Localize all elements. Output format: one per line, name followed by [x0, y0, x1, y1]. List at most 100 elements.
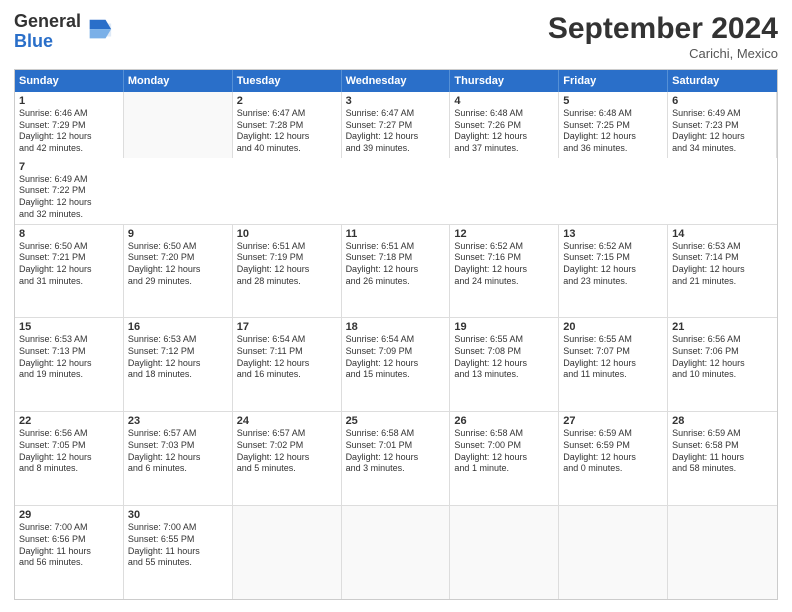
cell-line: and 5 minutes. [237, 463, 337, 475]
calendar-row: 22Sunrise: 6:56 AMSunset: 7:05 PMDayligh… [15, 412, 777, 506]
day-number: 15 [19, 321, 119, 333]
calendar-cell [124, 92, 233, 158]
cell-line: Sunrise: 6:51 AM [237, 241, 337, 253]
cell-line: Sunrise: 6:54 AM [237, 334, 337, 346]
cell-line: Daylight: 12 hours [346, 264, 446, 276]
calendar-cell: 3Sunrise: 6:47 AMSunset: 7:27 PMDaylight… [342, 92, 451, 158]
day-number: 10 [237, 228, 337, 240]
cell-line: Sunset: 7:23 PM [672, 120, 772, 132]
calendar-body: 1Sunrise: 6:46 AMSunset: 7:29 PMDaylight… [15, 92, 777, 599]
cell-line: Daylight: 12 hours [237, 358, 337, 370]
calendar: SundayMondayTuesdayWednesdayThursdayFrid… [14, 69, 778, 600]
cell-line: Daylight: 12 hours [237, 264, 337, 276]
calendar-page: General Blue September 2024 Carichi, Mex… [0, 0, 792, 612]
cell-line: Daylight: 12 hours [128, 358, 228, 370]
day-number: 7 [19, 161, 120, 173]
cell-line: Daylight: 12 hours [563, 358, 663, 370]
cell-line: Daylight: 12 hours [672, 131, 772, 143]
cell-line: and 23 minutes. [563, 276, 663, 288]
cell-line: Sunset: 7:11 PM [237, 346, 337, 358]
calendar-cell: 19Sunrise: 6:55 AMSunset: 7:08 PMDayligh… [450, 318, 559, 411]
calendar-cell [559, 506, 668, 599]
cell-line: and 18 minutes. [128, 369, 228, 381]
cell-line: and 37 minutes. [454, 143, 554, 155]
cell-line: and 58 minutes. [672, 463, 773, 475]
day-number: 22 [19, 415, 119, 427]
calendar-cell: 10Sunrise: 6:51 AMSunset: 7:19 PMDayligh… [233, 225, 342, 318]
cell-line: and 1 minute. [454, 463, 554, 475]
calendar-cell: 18Sunrise: 6:54 AMSunset: 7:09 PMDayligh… [342, 318, 451, 411]
cell-line: and 13 minutes. [454, 369, 554, 381]
cell-line: Daylight: 11 hours [19, 546, 119, 558]
cell-line: Sunrise: 6:55 AM [454, 334, 554, 346]
calendar-cell: 9Sunrise: 6:50 AMSunset: 7:20 PMDaylight… [124, 225, 233, 318]
cell-line: Sunrise: 6:53 AM [19, 334, 119, 346]
day-number: 26 [454, 415, 554, 427]
calendar-row: 8Sunrise: 6:50 AMSunset: 7:21 PMDaylight… [15, 225, 777, 319]
cell-line: Sunrise: 6:49 AM [19, 174, 120, 186]
calendar-cell [450, 506, 559, 599]
day-header-friday: Friday [559, 70, 668, 92]
calendar-cell: 8Sunrise: 6:50 AMSunset: 7:21 PMDaylight… [15, 225, 124, 318]
cell-line: Sunrise: 6:47 AM [346, 108, 446, 120]
cell-line: Sunset: 7:01 PM [346, 440, 446, 452]
cell-line: Sunset: 7:21 PM [19, 252, 119, 264]
day-number: 9 [128, 228, 228, 240]
cell-line: Sunrise: 6:50 AM [128, 241, 228, 253]
cell-line: Sunrise: 6:56 AM [672, 334, 773, 346]
cell-line: Sunset: 7:02 PM [237, 440, 337, 452]
calendar-cell: 29Sunrise: 7:00 AMSunset: 6:56 PMDayligh… [15, 506, 124, 599]
cell-line: Sunset: 7:19 PM [237, 252, 337, 264]
cell-line: Sunrise: 6:53 AM [128, 334, 228, 346]
day-number: 3 [346, 95, 446, 107]
cell-line: and 29 minutes. [128, 276, 228, 288]
calendar-cell: 6Sunrise: 6:49 AMSunset: 7:23 PMDaylight… [668, 92, 777, 158]
day-number: 27 [563, 415, 663, 427]
cell-line: Sunrise: 6:48 AM [563, 108, 663, 120]
day-header-saturday: Saturday [668, 70, 777, 92]
cell-line: Sunrise: 6:57 AM [237, 428, 337, 440]
logo: General Blue [14, 12, 113, 52]
day-number: 30 [128, 509, 228, 521]
cell-line: Daylight: 12 hours [563, 264, 663, 276]
cell-line: Sunset: 6:59 PM [563, 440, 663, 452]
day-number: 25 [346, 415, 446, 427]
cell-line: Daylight: 12 hours [563, 131, 663, 143]
day-number: 5 [563, 95, 663, 107]
day-number: 23 [128, 415, 228, 427]
cell-line: Daylight: 12 hours [346, 131, 446, 143]
calendar-cell [233, 506, 342, 599]
cell-line: and 28 minutes. [237, 276, 337, 288]
calendar-cell: 17Sunrise: 6:54 AMSunset: 7:11 PMDayligh… [233, 318, 342, 411]
calendar-cell: 24Sunrise: 6:57 AMSunset: 7:02 PMDayligh… [233, 412, 342, 505]
cell-line: Sunset: 7:18 PM [346, 252, 446, 264]
calendar-cell: 27Sunrise: 6:59 AMSunset: 6:59 PMDayligh… [559, 412, 668, 505]
cell-line: Sunset: 7:06 PM [672, 346, 773, 358]
cell-line: Daylight: 12 hours [346, 452, 446, 464]
cell-line: Sunset: 7:27 PM [346, 120, 446, 132]
cell-line: Sunset: 7:28 PM [237, 120, 337, 132]
cell-line: and 39 minutes. [346, 143, 446, 155]
cell-line: Sunset: 7:00 PM [454, 440, 554, 452]
cell-line: and 31 minutes. [19, 276, 119, 288]
cell-line: Sunrise: 6:49 AM [672, 108, 772, 120]
cell-line: Sunset: 7:29 PM [19, 120, 119, 132]
cell-line: Sunrise: 6:59 AM [563, 428, 663, 440]
cell-line: Sunrise: 7:00 AM [128, 522, 228, 534]
cell-line: Sunset: 7:26 PM [454, 120, 554, 132]
cell-line: and 3 minutes. [346, 463, 446, 475]
cell-line: Sunset: 7:07 PM [563, 346, 663, 358]
cell-line: Sunrise: 6:51 AM [346, 241, 446, 253]
calendar-header: SundayMondayTuesdayWednesdayThursdayFrid… [15, 70, 777, 92]
day-number: 4 [454, 95, 554, 107]
cell-line: Daylight: 12 hours [454, 452, 554, 464]
calendar-cell: 11Sunrise: 6:51 AMSunset: 7:18 PMDayligh… [342, 225, 451, 318]
day-number: 18 [346, 321, 446, 333]
cell-line: Sunrise: 6:59 AM [672, 428, 773, 440]
cell-line: Sunrise: 6:54 AM [346, 334, 446, 346]
day-number: 20 [563, 321, 663, 333]
calendar-cell: 15Sunrise: 6:53 AMSunset: 7:13 PMDayligh… [15, 318, 124, 411]
cell-line: Daylight: 12 hours [563, 452, 663, 464]
cell-line: Daylight: 12 hours [19, 264, 119, 276]
cell-line: and 19 minutes. [19, 369, 119, 381]
